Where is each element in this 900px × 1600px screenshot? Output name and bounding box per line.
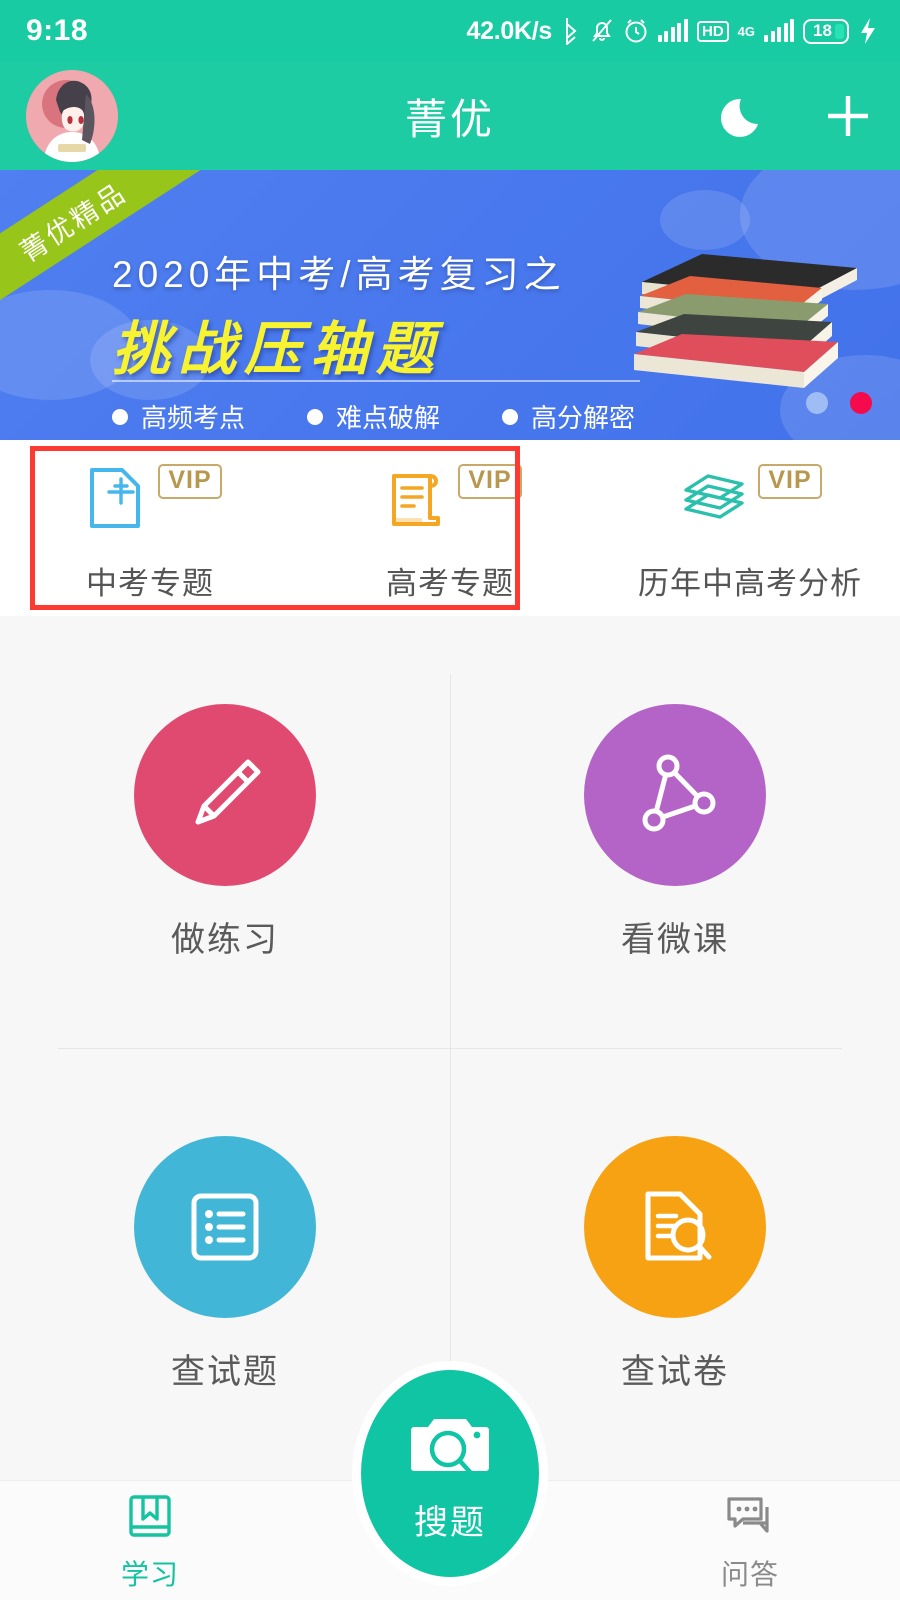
shortcut-label: 历年中高考分析 (638, 565, 862, 601)
shortcut-gaokao[interactable]: VIP 高考专题 (300, 440, 600, 616)
charging-icon (858, 17, 878, 45)
alarm-icon (623, 18, 649, 44)
banner-feature: 难点破解 (307, 398, 440, 435)
book-icon (121, 1489, 179, 1547)
4g-signal-icon (764, 19, 794, 42)
banner-features: 高频考点 难点破解 高分解密 (112, 398, 635, 435)
4g-label: 4G (737, 23, 755, 39)
bluetooth-icon (561, 17, 581, 45)
battery-level: 18 (813, 21, 832, 40)
main-feature-grid: 做练习 看微课 查试题 查试卷 (0, 616, 900, 1480)
banner-feature: 高频考点 (112, 398, 245, 435)
banner-text: 2020年中考/高考复习之 挑战压轴题 (0, 244, 900, 386)
pager-dot-2-active[interactable] (850, 392, 872, 414)
shortcut-row: VIP 中考专题 VIP 高考专题 VIP 历年中高考分析 (0, 440, 900, 616)
app-header: 菁优 (0, 62, 900, 170)
vip-badge: VIP (158, 463, 222, 499)
nav-item-qa[interactable]: 问答 (600, 1481, 900, 1600)
promo-banner[interactable]: 菁优精品 2020年中考/高考复习之 挑战压轴题 高频考点 难点破解 高分解密 (0, 170, 900, 440)
grid-item-microlesson[interactable]: 看微课 (450, 616, 900, 1048)
nav-label: 问答 (720, 1558, 779, 1590)
bullet-dot-icon (112, 408, 128, 425)
app-screen: 9:18 42.0K/s HD 4G 18 菁优 菁优精品 2020年中考/高考… (0, 0, 900, 1600)
banner-pager[interactable] (806, 392, 872, 414)
pager-dot-1[interactable] (806, 392, 828, 414)
camera-search-icon (408, 1403, 492, 1487)
grid-item-label: 看微课 (621, 920, 729, 959)
bullet-dot-icon (502, 408, 519, 425)
shortcut-zhongkao[interactable]: VIP 中考专题 (0, 440, 300, 616)
shortcut-analysis[interactable]: VIP 历年中高考分析 (600, 440, 900, 616)
bullet-dot-icon (307, 408, 324, 425)
moon-icon[interactable] (720, 90, 772, 142)
grid-item-label: 做练习 (171, 920, 279, 959)
status-bar: 9:18 42.0K/s HD 4G 18 (0, 0, 900, 62)
banner-line-1: 2020年中考/高考复习之 (112, 254, 566, 295)
mute-icon (590, 17, 614, 45)
document-zhongkao-icon (78, 462, 150, 534)
list-icon (134, 1135, 316, 1318)
shortcut-label: 高考专题 (386, 565, 514, 601)
banner-feature-label: 高分解密 (531, 403, 636, 433)
stacked-books-icon (678, 462, 750, 534)
chat-bubbles-icon (721, 1489, 779, 1547)
vip-badge: VIP (758, 463, 822, 499)
banner-divider (112, 380, 640, 382)
banner-feature-label: 难点破解 (336, 403, 441, 433)
banner-feature-label: 高频考点 (141, 403, 246, 433)
cloud-decoration (660, 190, 750, 250)
document-search-icon (584, 1135, 766, 1318)
grid-item-label: 查试卷 (621, 1352, 729, 1391)
banner-feature: 高分解密 (502, 398, 635, 435)
bottom-navigation: 学习 问答 搜题 (0, 1361, 900, 1600)
node-triangle-icon (584, 703, 766, 886)
hd-icon: HD (696, 20, 729, 42)
nav-item-search-fab[interactable]: 搜题 (352, 1361, 548, 1586)
network-speed: 42.0K/s (466, 16, 553, 45)
plus-icon[interactable] (822, 90, 874, 142)
signal-icon (657, 19, 688, 42)
grid-item-label: 查试题 (171, 1352, 279, 1391)
avatar[interactable] (26, 70, 118, 162)
battery-icon: 18 (803, 18, 849, 44)
status-time: 9:18 (26, 14, 89, 47)
pencil-icon (134, 703, 316, 886)
nav-label: 学习 (120, 1558, 179, 1590)
grid-item-practice[interactable]: 做练习 (0, 616, 450, 1048)
scroll-gaokao-icon (378, 462, 450, 534)
banner-line-2: 挑战压轴题 (112, 317, 443, 382)
vip-badge: VIP (458, 463, 522, 499)
fab-label: 搜题 (414, 1504, 486, 1542)
shortcut-label: 中考专题 (86, 565, 214, 601)
nav-item-study[interactable]: 学习 (0, 1481, 300, 1600)
